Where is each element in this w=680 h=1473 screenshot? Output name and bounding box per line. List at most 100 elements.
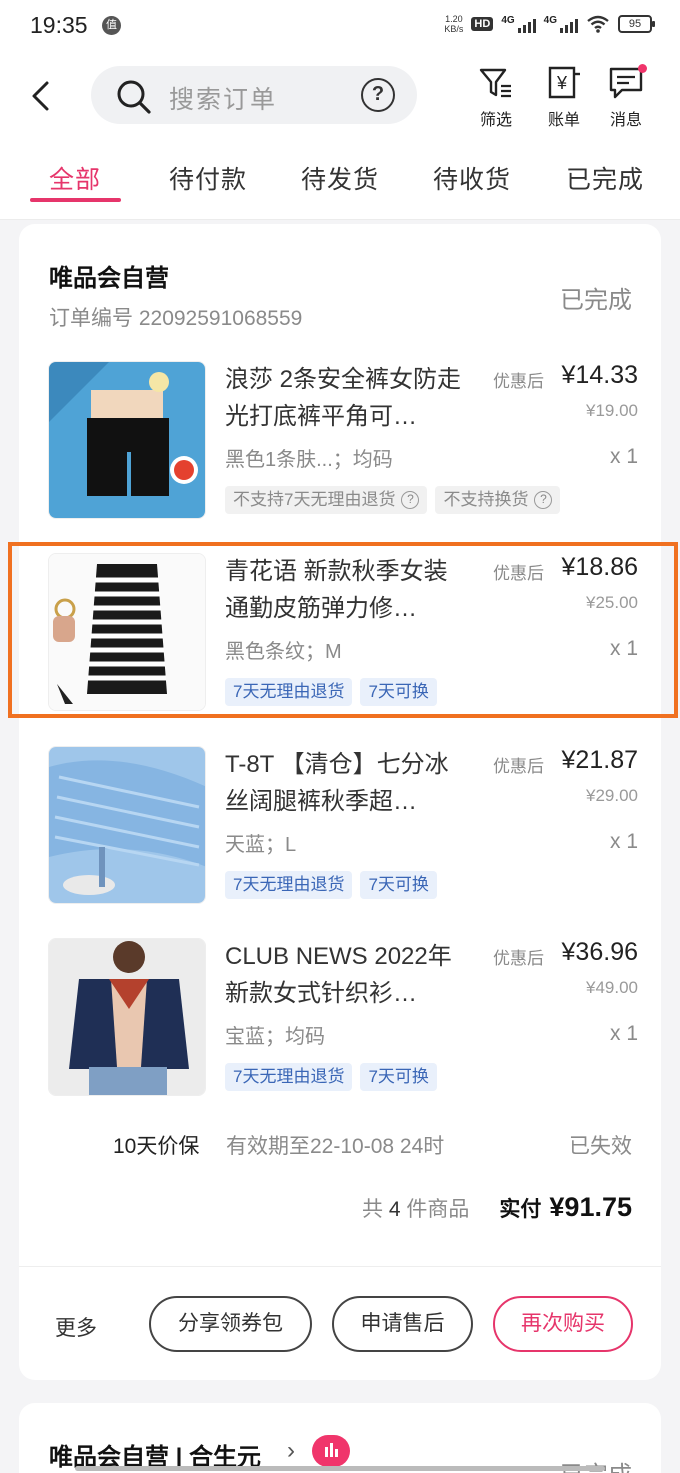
- help-icon[interactable]: ?: [361, 78, 395, 112]
- paid-amount: ¥91.75: [549, 1192, 632, 1222]
- order-number: 订单编号 22092591068559: [49, 307, 303, 330]
- exchange-policy-tag: 7天可换: [360, 1063, 437, 1091]
- discount-label: 优惠后: [493, 949, 544, 968]
- item-price: ¥18.86: [561, 553, 638, 581]
- item-price: ¥21.87: [561, 746, 638, 774]
- item-tags: 7天无理由退货 7天可换: [225, 678, 437, 706]
- bill-icon: ¥: [548, 66, 580, 99]
- bill-button[interactable]: ¥ 账单: [533, 66, 595, 130]
- return-policy-tag: 7天无理由退货: [225, 871, 353, 899]
- message-label: 消息: [609, 112, 642, 129]
- price-protection-row[interactable]: 10天价保 有效期至22-10-08 24时 已失效: [19, 1130, 661, 1160]
- no-exchange-tag[interactable]: 不支持换货?: [435, 486, 561, 514]
- tab-all[interactable]: 全部: [49, 160, 101, 196]
- divider: [19, 1266, 661, 1267]
- status-time: 19:35: [30, 12, 88, 38]
- item-tags: 不支持7天无理由退货? 不支持换货?: [225, 486, 561, 514]
- active-tab-indicator: [30, 198, 121, 202]
- bill-label: 账单: [547, 112, 580, 129]
- item-original-price: ¥19.00: [586, 401, 638, 420]
- item-quantity: x 1: [609, 445, 638, 468]
- svg-text:¥: ¥: [556, 73, 568, 93]
- product-image: [48, 553, 206, 711]
- discount-label: 优惠后: [493, 564, 544, 583]
- filter-button[interactable]: 筛选: [465, 66, 527, 130]
- item-count: 共 4 件商品: [362, 1198, 470, 1221]
- network-speed: 1.20 KB/s: [444, 14, 464, 34]
- item-title: 青花语 新款秋季女装通勤皮筋弹力修…: [225, 558, 448, 622]
- order-item[interactable]: T-8T 【清仓】七分冰丝阔腿裤秋季超… 天蓝；L 优惠后 ¥21.87 ¥29…: [48, 746, 638, 906]
- wifi-icon: [587, 15, 609, 33]
- item-spec: 黑色条纹；M: [225, 641, 342, 663]
- order-item[interactable]: CLUB NEWS 2022年新款女式针织衫… 宝蓝；均码 优惠后 ¥36.96…: [48, 938, 638, 1098]
- item-price: ¥14.33: [561, 361, 638, 389]
- search-placeholder: 搜索订单: [169, 86, 278, 114]
- signal-icon-sim1: 4G: [501, 15, 536, 33]
- question-icon: ?: [534, 491, 553, 509]
- product-image: [48, 938, 206, 1096]
- item-quantity: x 1: [609, 830, 638, 853]
- tab-completed[interactable]: 已完成: [566, 160, 644, 196]
- product-image: [48, 746, 206, 904]
- filter-icon: [479, 68, 511, 98]
- tab-pending-receipt[interactable]: 待收货: [433, 160, 511, 196]
- back-arrow-icon: [32, 81, 49, 111]
- search-input[interactable]: 搜索订单 ?: [91, 66, 417, 124]
- item-price: ¥36.96: [561, 938, 638, 966]
- item-tags: 7天无理由退货 7天可换: [225, 871, 437, 899]
- item-quantity: x 1: [609, 637, 638, 660]
- status-icons: 1.20 KB/s HD 4G 4G 95: [444, 14, 655, 34]
- order-card[interactable]: 唯品会自营 | 合生元 › 已完成: [19, 1403, 661, 1473]
- order-card[interactable]: 唯品会自营 订单编号 22092591068559 已完成 浪莎 2条安全裤女防…: [19, 224, 661, 1380]
- home-indicator: [75, 1466, 605, 1471]
- exchange-policy-tag: 7天可换: [360, 678, 437, 706]
- tab-pending-payment[interactable]: 待付款: [169, 160, 247, 196]
- order-tabs: 全部 待付款 待发货 待收货 已完成: [0, 140, 680, 220]
- battery-icon: 95: [618, 15, 655, 33]
- chevron-right-icon: ›: [287, 1437, 295, 1464]
- price-protection-status: 已失效: [569, 1135, 632, 1158]
- return-policy-tag: 7天无理由退货: [225, 678, 353, 706]
- unread-dot: [638, 64, 647, 73]
- item-original-price: ¥29.00: [586, 786, 638, 805]
- order-item[interactable]: 青花语 新款秋季女装通勤皮筋弹力修… 黑色条纹；M 优惠后 ¥18.86 ¥25…: [48, 553, 638, 713]
- filter-label: 筛选: [479, 112, 512, 129]
- no-return-tag[interactable]: 不支持7天无理由退货?: [225, 486, 428, 514]
- order-status: 已完成: [560, 287, 632, 314]
- tab-pending-shipment[interactable]: 待发货: [301, 160, 379, 196]
- discount-label: 优惠后: [493, 372, 544, 391]
- discount-label: 优惠后: [493, 757, 544, 776]
- exchange-policy-tag: 7天可换: [360, 871, 437, 899]
- price-protection-title: 10天价保: [113, 1135, 200, 1158]
- back-button[interactable]: [20, 74, 60, 118]
- product-image: [48, 361, 206, 519]
- signal-icon-sim2: 4G: [544, 15, 578, 33]
- live-badge-icon: [312, 1435, 350, 1467]
- price-protection-validity: 有效期至22-10-08 24时: [226, 1135, 445, 1158]
- question-icon: ?: [401, 491, 420, 509]
- app-header: 搜索订单 ? 筛选 ¥ 账单 消息: [0, 52, 680, 140]
- item-spec: 黑色1条肤...；均码: [225, 449, 393, 471]
- rebuy-button[interactable]: 再次购买: [493, 1296, 633, 1352]
- after-sale-button[interactable]: 申请售后: [332, 1296, 473, 1352]
- search-icon: [117, 80, 151, 114]
- order-total: 共 4 件商品 实付 ¥91.75: [362, 1192, 632, 1223]
- item-tags: 7天无理由退货 7天可换: [225, 1063, 437, 1091]
- item-title: T-8T 【清仓】七分冰丝阔腿裤秋季超…: [225, 751, 449, 815]
- return-policy-tag: 7天无理由退货: [225, 1063, 353, 1091]
- order-item[interactable]: 浪莎 2条安全裤女防走光打底裤平角可… 黑色1条肤...；均码 优惠后 ¥14.…: [48, 361, 638, 521]
- hd-volte-icon: HD: [471, 17, 494, 31]
- item-spec: 宝蓝；均码: [225, 1026, 325, 1048]
- message-button[interactable]: 消息: [595, 64, 657, 130]
- item-original-price: ¥25.00: [586, 593, 638, 612]
- status-bar: 19:35 值 1.20 KB/s HD 4G 4G 95: [0, 0, 680, 52]
- notification-badge-icon: 值: [102, 16, 121, 35]
- item-original-price: ¥49.00: [586, 978, 638, 997]
- more-button[interactable]: 更多: [55, 1312, 97, 1342]
- item-quantity: x 1: [609, 1022, 638, 1045]
- share-coupon-button[interactable]: 分享领券包: [149, 1296, 312, 1352]
- paid-label: 实付: [499, 1198, 542, 1221]
- item-title: 浪莎 2条安全裤女防走光打底裤平角可…: [225, 366, 462, 430]
- item-title: CLUB NEWS 2022年新款女式针织衫…: [225, 943, 452, 1007]
- item-spec: 天蓝；L: [225, 834, 297, 856]
